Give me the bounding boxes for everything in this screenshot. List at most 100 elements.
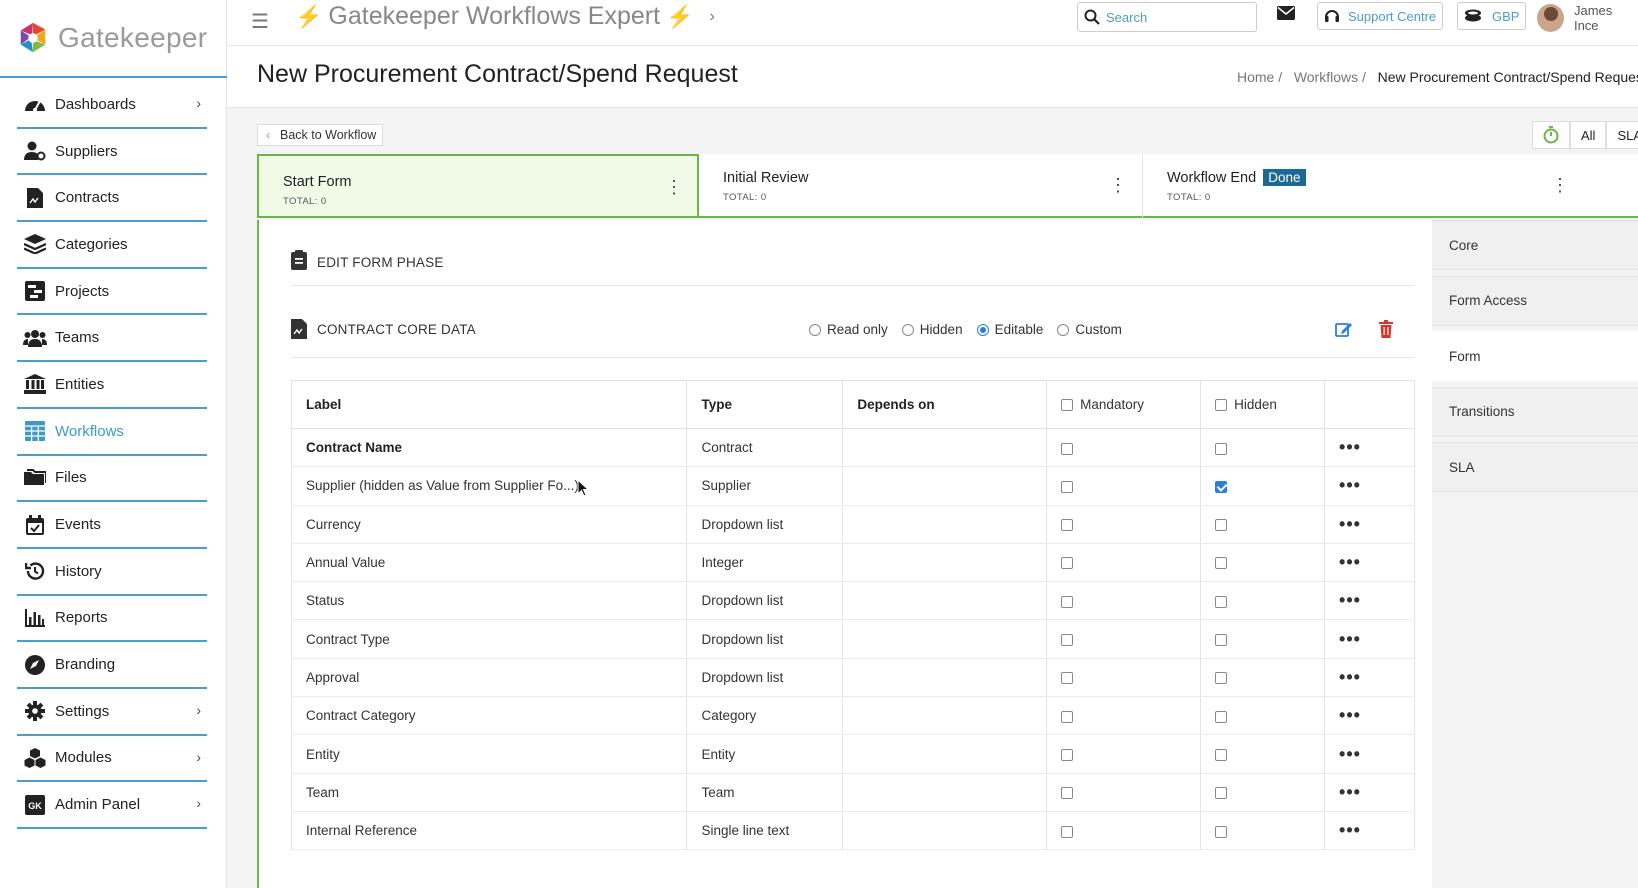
mandatory-checkbox[interactable] [1061, 710, 1074, 723]
hidden-checkbox[interactable] [1215, 748, 1228, 761]
breadcrumb-workflows[interactable]: Workflows [1294, 69, 1358, 85]
more-options-icon[interactable]: ••• [1324, 543, 1415, 583]
hidden-checkbox[interactable] [1215, 825, 1228, 838]
more-options-icon[interactable]: ••• [1324, 505, 1415, 544]
workflow-selector[interactable]: ⚡ Gatekeeper Workflows Expert ⚡ › [289, 2, 715, 31]
col-hidden: Hidden [1200, 380, 1326, 429]
kebab-menu-icon[interactable]: ⋮ [1551, 176, 1569, 194]
sidebar-item-contracts[interactable]: Contracts [17, 175, 207, 223]
kebab-menu-icon[interactable]: ⋮ [1109, 176, 1127, 194]
support-centre-button[interactable]: Support Centre [1317, 2, 1444, 30]
tab-form-access[interactable]: Form Access [1432, 275, 1638, 326]
sidebar-item-projects[interactable]: Projects [17, 269, 207, 316]
stopwatch-icon [1543, 126, 1559, 144]
radio-editable[interactable]: Editable [976, 322, 1043, 337]
trash-icon[interactable] [1379, 320, 1393, 338]
more-options-icon[interactable]: ••• [1324, 773, 1415, 812]
hidden-checkbox[interactable] [1215, 442, 1228, 455]
more-options-icon[interactable]: ••• [1324, 581, 1415, 621]
mandatory-checkbox[interactable] [1061, 748, 1074, 761]
hidden-all-checkbox[interactable] [1215, 398, 1228, 411]
sidebar-item-settings[interactable]: Settings › [17, 689, 207, 736]
breadcrumb-current: New Procurement Contract/Spend Request [1377, 69, 1638, 85]
mandatory-checkbox[interactable] [1061, 634, 1074, 647]
field-depends-on [842, 466, 1048, 506]
hamburger-menu-icon[interactable]: ☰ [251, 9, 269, 34]
mandatory-checkbox[interactable] [1061, 442, 1074, 455]
more-options-icon[interactable]: ••• [1324, 619, 1415, 659]
stopwatch-button[interactable] [1532, 121, 1570, 149]
mandatory-checkbox[interactable] [1061, 595, 1074, 608]
sidebar-item-categories[interactable]: Categories [17, 222, 207, 269]
hidden-checkbox[interactable] [1215, 557, 1228, 570]
sidebar-item-teams[interactable]: Teams [17, 315, 207, 363]
sidebar-item-modules[interactable]: Modules › [17, 736, 207, 783]
phase-start-form[interactable]: Start Form TOTAL: 0 ⋮ [257, 154, 699, 218]
sidebar-item-suppliers[interactable]: Suppliers [17, 129, 207, 176]
more-options-icon[interactable]: ••• [1324, 696, 1415, 736]
hidden-checkbox[interactable] [1215, 634, 1228, 647]
kebab-menu-icon[interactable]: ⋮ [665, 178, 683, 196]
filter-sla-button[interactable]: SLA [1606, 121, 1638, 149]
radio-hidden[interactable]: Hidden [901, 322, 963, 337]
edit-icon[interactable] [1335, 320, 1353, 338]
field-hidden-cell [1200, 619, 1326, 659]
mandatory-checkbox[interactable] [1061, 672, 1074, 685]
hidden-checkbox[interactable] [1215, 519, 1228, 532]
mail-icon[interactable] [1277, 6, 1295, 20]
tab-form[interactable]: Form [1432, 331, 1638, 381]
sidebar-item-branding[interactable]: Branding [17, 642, 207, 689]
logo[interactable]: Gatekeeper [0, 0, 227, 78]
radio-button[interactable] [901, 323, 914, 336]
hidden-checkbox[interactable] [1215, 672, 1228, 685]
mandatory-all-checkbox[interactable] [1061, 398, 1074, 411]
phase-initial-review[interactable]: Initial Review TOTAL: 0 ⋮ [699, 154, 1143, 218]
sidebar-item-history[interactable]: History [17, 549, 207, 596]
sidebar-item-admin-panel[interactable]: GK Admin Panel › [17, 782, 207, 829]
tab-core[interactable]: Core [1432, 220, 1638, 270]
sidebar-item-reports[interactable]: Reports [17, 596, 207, 643]
sidebar-item-workflows[interactable]: Workflows [17, 409, 207, 456]
mandatory-checkbox[interactable] [1061, 787, 1074, 800]
breadcrumb: Home / Workflows / New Procurement Contr… [1237, 69, 1638, 85]
hidden-checkbox[interactable] [1215, 595, 1228, 608]
radio-button[interactable] [1057, 323, 1070, 336]
radio-button[interactable] [976, 323, 989, 336]
field-hidden-cell [1200, 581, 1326, 621]
chevron-right-icon: › [196, 95, 201, 111]
more-options-icon[interactable]: ••• [1324, 811, 1415, 851]
field-label: Contract Type [290, 619, 688, 659]
mandatory-checkbox[interactable] [1061, 825, 1074, 838]
sidebar-item-events[interactable]: Events [17, 502, 207, 549]
radio-read-only[interactable]: Read only [809, 322, 888, 337]
hidden-checkbox[interactable] [1215, 480, 1228, 493]
sidebar-item-entities[interactable]: Entities [17, 362, 207, 409]
tab-transitions[interactable]: Transitions [1432, 386, 1638, 437]
phase-workflow-end[interactable]: Workflow End Done TOTAL: 0 ⋮ [1143, 154, 1638, 218]
filter-all-button[interactable]: All [1570, 121, 1607, 149]
mandatory-checkbox[interactable] [1061, 519, 1074, 532]
history-icon [23, 560, 47, 582]
phase-name: Workflow End Done [1167, 169, 1306, 186]
radio-button[interactable] [809, 323, 821, 336]
hidden-checkbox[interactable] [1215, 787, 1228, 800]
sidebar-item-files[interactable]: Files [17, 456, 207, 503]
tab-sla[interactable]: SLA [1432, 442, 1638, 492]
breadcrumb-home[interactable]: Home [1237, 69, 1274, 85]
mandatory-checkbox[interactable] [1061, 480, 1074, 493]
search-input[interactable] [1106, 9, 1246, 25]
mandatory-checkbox[interactable] [1061, 557, 1074, 570]
more-options-icon[interactable]: ••• [1324, 734, 1415, 774]
more-options-icon[interactable]: ••• [1324, 428, 1415, 468]
search-box[interactable] [1077, 2, 1257, 32]
more-options-icon[interactable]: ••• [1324, 466, 1415, 506]
radio-custom[interactable]: Custom [1057, 322, 1122, 337]
currency-button[interactable]: GBP [1457, 2, 1527, 30]
back-to-workflow-button[interactable]: ‹ Back to Workflow [257, 124, 384, 146]
more-options-icon[interactable]: ••• [1324, 658, 1415, 698]
field-label: Team [290, 773, 688, 812]
sidebar-item-dashboards[interactable]: Dashboards › [17, 82, 207, 129]
mouse-cursor-icon [577, 479, 589, 497]
hidden-checkbox[interactable] [1215, 710, 1228, 723]
user-menu[interactable]: James Ince [1537, 3, 1638, 33]
